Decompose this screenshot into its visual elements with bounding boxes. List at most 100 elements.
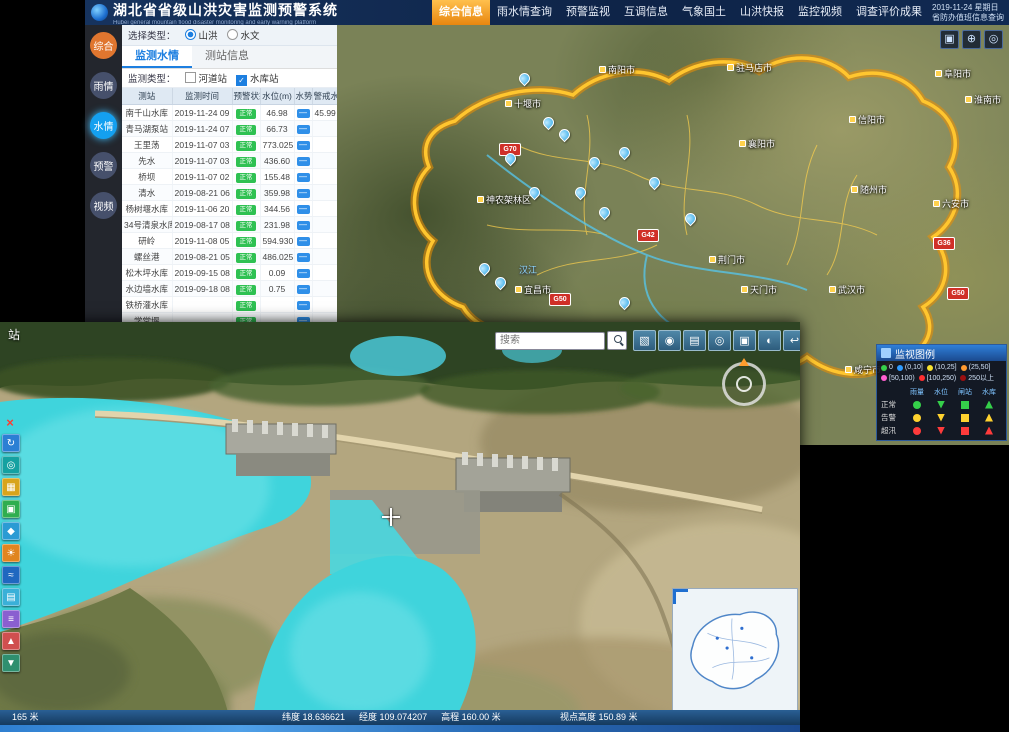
- search-button[interactable]: [607, 331, 627, 350]
- checkbox-0[interactable]: [185, 72, 196, 83]
- status-badge: 正常: [236, 301, 256, 311]
- table-row[interactable]: 水边墙水库2019-09-18 08正常0.75—: [122, 281, 337, 297]
- status-badge: 正常: [236, 141, 256, 151]
- panel-tab-0[interactable]: 监测水情: [122, 46, 192, 68]
- table-row[interactable]: 南千山水库2019-11-24 09正常46.98—45.99: [122, 105, 337, 121]
- table-row[interactable]: 清水2019-08-21 06正常359.98—: [122, 185, 337, 201]
- layers-icon[interactable]: ▣: [940, 30, 959, 49]
- table-row[interactable]: 研岭2019-11-08 05正常594.930—: [122, 233, 337, 249]
- station-name[interactable]: 王里荡: [122, 137, 172, 153]
- locate-icon[interactable]: ◎: [2, 456, 20, 474]
- legend-header[interactable]: 监视图例: [877, 345, 1006, 361]
- monitor-time: 2019-08-21 06: [172, 185, 232, 201]
- station-name[interactable]: 铁桥灌水库: [122, 297, 172, 313]
- marker-tool-icon[interactable]: ◉: [658, 330, 681, 351]
- layers-icon[interactable]: ▣: [2, 500, 20, 518]
- list-icon[interactable]: ▤: [2, 588, 20, 606]
- view-tool-icon[interactable]: ◎: [708, 330, 731, 351]
- monitor-time: 2019-11-06 20: [172, 201, 232, 217]
- nav-item-3[interactable]: 互调信息: [617, 0, 675, 25]
- legend-circle-icon: [913, 401, 921, 409]
- raise-icon[interactable]: ▲: [2, 632, 20, 650]
- monitor-time: [172, 297, 232, 313]
- table-row[interactable]: 王里荡2019-11-07 03正常773.025—: [122, 137, 337, 153]
- table-row[interactable]: 铁桥灌水库正常—: [122, 297, 337, 313]
- snapshot-tool-icon[interactable]: ▣: [733, 330, 756, 351]
- station-name[interactable]: 南千山水库: [122, 105, 172, 121]
- overview-inset-map[interactable]: [672, 588, 798, 712]
- nav-item-0[interactable]: 综合信息: [432, 0, 490, 25]
- zoom-in-icon[interactable]: ⊕: [962, 30, 981, 49]
- station-name[interactable]: 螺丝港: [122, 249, 172, 265]
- station-name[interactable]: 桥坝: [122, 169, 172, 185]
- table-row[interactable]: 松木坪水库2019-09-15 08正常0.09—: [122, 265, 337, 281]
- nav-item-5[interactable]: 山洪快报: [733, 0, 791, 25]
- radio-1[interactable]: [227, 29, 238, 40]
- duty-text: 省防办值班信息查询: [932, 13, 1006, 23]
- status-cell: 正常: [232, 265, 260, 281]
- nav-item-4[interactable]: 气象国土: [675, 0, 733, 25]
- search-input[interactable]: [495, 332, 605, 350]
- filter-label: 选择类型：: [128, 28, 176, 42]
- sidebar-item-4[interactable]: 视频: [85, 185, 122, 225]
- locate-icon[interactable]: ◎: [984, 30, 1003, 49]
- trend-cell: —: [294, 249, 312, 265]
- legend-square-icon: [961, 414, 969, 422]
- column-header-5: 警戒水位: [312, 88, 337, 105]
- warn-level: [312, 265, 337, 281]
- sun-icon[interactable]: ☀: [2, 544, 20, 562]
- checkbox-1[interactable]: ✓: [236, 75, 247, 86]
- legend-col-1: 水位: [934, 387, 948, 397]
- monitor-time: 2019-11-07 03: [172, 153, 232, 169]
- table-row[interactable]: 螺丝港2019-08-21 05正常486.025—: [122, 249, 337, 265]
- menu-icon[interactable]: ≡: [2, 610, 20, 628]
- sidebar-item-0[interactable]: 综合: [85, 25, 122, 65]
- station-name[interactable]: 杨树堰水库: [122, 201, 172, 217]
- nav-item-7[interactable]: 调查评价成果: [849, 0, 929, 25]
- sidebar-item-2[interactable]: 水情: [85, 105, 122, 145]
- map-city-label: 淮南市: [965, 93, 1001, 106]
- monitor-time: 2019-09-18 08: [172, 281, 232, 297]
- legend-square-icon: [961, 401, 969, 409]
- trend-steady-icon: —: [297, 253, 310, 262]
- table-row[interactable]: 先水2019-11-07 03正常436.60—: [122, 153, 337, 169]
- bookmark-icon[interactable]: ◆: [2, 522, 20, 540]
- table-row[interactable]: 青马湖泵站2019-11-24 07正常66.73—: [122, 121, 337, 137]
- compass-control[interactable]: [722, 362, 766, 406]
- close-icon[interactable]: ×: [2, 414, 18, 430]
- station-name[interactable]: 清水: [122, 185, 172, 201]
- flood-icon[interactable]: ≈: [2, 566, 20, 584]
- sidebar-item-1[interactable]: 雨情: [85, 65, 122, 105]
- trend-cell: —: [294, 137, 312, 153]
- map-toolbar: ▣⊕◎: [940, 30, 1003, 49]
- trend-steady-icon: —: [297, 221, 310, 230]
- globe-tool-icon[interactable]: ◐: [758, 330, 781, 351]
- station-name[interactable]: 34号清泉水库: [122, 217, 172, 233]
- status-badge: 正常: [236, 285, 256, 295]
- sidebar-item-3[interactable]: 预警: [85, 145, 122, 185]
- panel-tab-1[interactable]: 测站信息: [192, 46, 262, 68]
- draw-tool-icon[interactable]: ▧: [633, 330, 656, 351]
- table-row[interactable]: 杨树堰水库2019-11-06 20正常344.56—: [122, 201, 337, 217]
- station-name[interactable]: 研岭: [122, 233, 172, 249]
- list-tool-icon[interactable]: ▤: [683, 330, 706, 351]
- warn-level: [312, 137, 337, 153]
- map-city-label: 阜阳市: [935, 67, 971, 80]
- station-name[interactable]: 松木坪水库: [122, 265, 172, 281]
- nav-item-2[interactable]: 预警监视: [559, 0, 617, 25]
- refresh-icon[interactable]: ↻: [2, 434, 20, 452]
- nav-item-6[interactable]: 监控视频: [791, 0, 849, 25]
- station-name[interactable]: 青马湖泵站: [122, 121, 172, 137]
- lower-icon[interactable]: ▼: [2, 654, 20, 672]
- back-tool-icon[interactable]: ↩: [783, 330, 800, 351]
- table-row[interactable]: 34号清泉水库2019-08-17 08正常231.98—: [122, 217, 337, 233]
- status-badge: 正常: [236, 269, 256, 279]
- nav-item-1[interactable]: 雨水情查询: [490, 0, 559, 25]
- water-level: 359.98: [260, 185, 294, 201]
- station-name[interactable]: 水边墙水库: [122, 281, 172, 297]
- grid-icon[interactable]: ▦: [2, 478, 20, 496]
- station-name[interactable]: 先水: [122, 153, 172, 169]
- map-city-label: 宜昌市: [515, 283, 551, 296]
- radio-0[interactable]: [185, 29, 196, 40]
- table-row[interactable]: 桥坝2019-11-07 02正常155.48—: [122, 169, 337, 185]
